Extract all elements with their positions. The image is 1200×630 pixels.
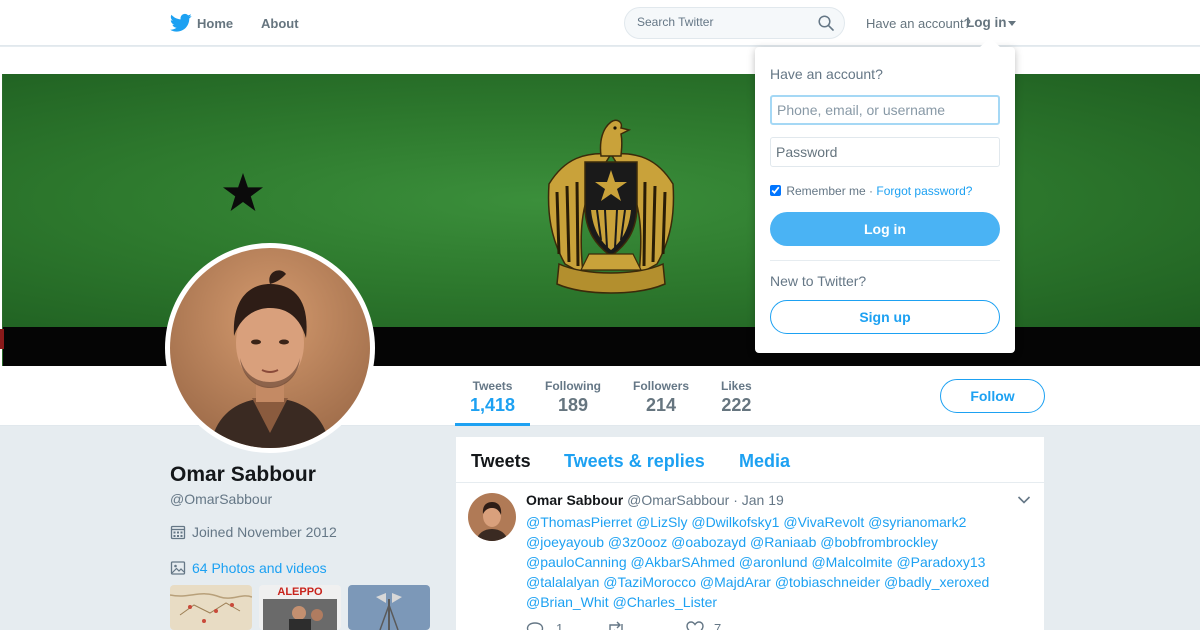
tweet-text-line[interactable]: @pauloCanning @AkbarSAhmed @aronlund @Ma… <box>526 552 1026 572</box>
reply-count: 1 <box>556 621 564 630</box>
eagle-emblem-icon <box>547 119 675 294</box>
photos-videos-link[interactable]: 64 Photos and videos <box>192 560 327 576</box>
tweet-timestamp[interactable]: Jan 19 <box>742 492 784 508</box>
tweet-text-line[interactable]: @Brian_Whit @Charles_Lister <box>526 592 1026 612</box>
tweet-author-avatar[interactable] <box>468 493 516 541</box>
tweet-text: @ThomasPierret @LizSly @Dwilkofsky1 @Viv… <box>526 512 1026 612</box>
thumbnail-title: ALEPPO <box>277 586 323 598</box>
stat-followers[interactable]: Followers 214 <box>633 379 689 416</box>
photo-thumbnail[interactable] <box>348 585 430 630</box>
nav-home-link[interactable]: Home <box>197 16 233 31</box>
have-account-text: Have an account? <box>866 16 971 31</box>
tweet-actions: 1 7 <box>526 621 766 630</box>
stat-value: 222 <box>721 395 752 415</box>
reply-icon[interactable] <box>526 621 544 630</box>
search-icon[interactable] <box>818 15 834 31</box>
profile-name[interactable]: Omar Sabbour <box>170 463 316 487</box>
tweet-text-line[interactable]: @joeyayoub @3z0ooz @oabozayd @Raniaab @b… <box>526 532 1026 552</box>
heart-icon[interactable] <box>686 621 704 630</box>
photo-thumbnail[interactable]: ALEPPO <box>259 585 341 630</box>
tweet-header: Omar Sabbour @OmarSabbour · Jan 19 <box>526 492 784 508</box>
separator-dot: · <box>869 184 874 198</box>
stat-likes[interactable]: Likes 222 <box>721 379 752 416</box>
twitter-bird-icon[interactable] <box>170 13 192 33</box>
tab-tweets[interactable]: Tweets <box>471 451 531 472</box>
chevron-down-icon[interactable] <box>1017 495 1031 505</box>
tweet-timeline: Tweets Tweets & replies Media Omar Sabbo… <box>456 437 1044 630</box>
star-icon <box>223 173 263 211</box>
joined-date: Joined November 2012 <box>192 524 337 540</box>
stat-value: 1,418 <box>470 395 516 415</box>
new-to-twitter-text: New to Twitter? <box>770 273 867 289</box>
timeline-tabs: Tweets Tweets & replies Media <box>456 437 1044 483</box>
stat-following[interactable]: Following 189 <box>545 379 601 416</box>
stat-label: Followers <box>633 379 690 393</box>
tweet-author-handle[interactable]: @OmarSabbour <box>627 492 729 508</box>
tweet-author-name[interactable]: Omar Sabbour <box>526 492 623 508</box>
tweet-text-line[interactable]: @ThomasPierret @LizSly @Dwilkofsky1 @Viv… <box>526 512 1026 532</box>
caret-down-icon[interactable] <box>1008 21 1016 26</box>
signup-button[interactable]: Sign up <box>770 300 1000 334</box>
top-navigation-bar: Home About Have an account? Log in <box>0 0 1200 46</box>
divider <box>770 260 1000 261</box>
username-field[interactable] <box>770 95 1000 125</box>
tab-media[interactable]: Media <box>739 451 790 472</box>
follow-button[interactable]: Follow <box>940 379 1045 413</box>
tweet-text-line[interactable]: @talalalyan @TaziMorocco @MajdArar @tobi… <box>526 572 1026 592</box>
login-dropdown-toggle[interactable]: Log in <box>966 15 1007 30</box>
forgot-password-link[interactable]: Forgot password? <box>876 184 972 198</box>
password-field[interactable] <box>770 137 1000 167</box>
like-count: 7 <box>714 621 722 630</box>
tweet-separator: · <box>733 492 738 508</box>
profile-avatar[interactable] <box>165 243 375 453</box>
remember-me-checkbox[interactable] <box>770 185 781 196</box>
stat-label: Following <box>545 379 601 393</box>
retweet-icon[interactable] <box>606 621 626 630</box>
image-icon <box>170 561 186 575</box>
active-tab-indicator <box>455 423 530 426</box>
nav-about-link[interactable]: About <box>261 16 299 31</box>
dropdown-title: Have an account? <box>770 66 883 82</box>
tab-tweets-replies[interactable]: Tweets & replies <box>564 451 705 472</box>
avatar-photo <box>170 248 370 448</box>
profile-handle[interactable]: @OmarSabbour <box>170 491 272 507</box>
stat-label: Tweets <box>472 379 513 393</box>
stat-value: 189 <box>557 395 589 415</box>
photo-thumbnail[interactable] <box>170 585 252 630</box>
login-button[interactable]: Log in <box>770 212 1000 246</box>
search-input[interactable] <box>637 15 807 29</box>
stat-value: 214 <box>645 395 677 415</box>
calendar-icon <box>170 525 186 540</box>
remember-me-row: Remember me · Forgot password? <box>770 184 972 198</box>
stat-tweets[interactable]: Tweets 1,418 <box>470 379 515 416</box>
login-dropdown: Have an account? Remember me · Forgot pa… <box>755 37 1015 353</box>
search-box <box>624 7 845 39</box>
remember-me-label[interactable]: Remember me <box>786 184 865 198</box>
stat-label: Likes <box>721 379 752 393</box>
